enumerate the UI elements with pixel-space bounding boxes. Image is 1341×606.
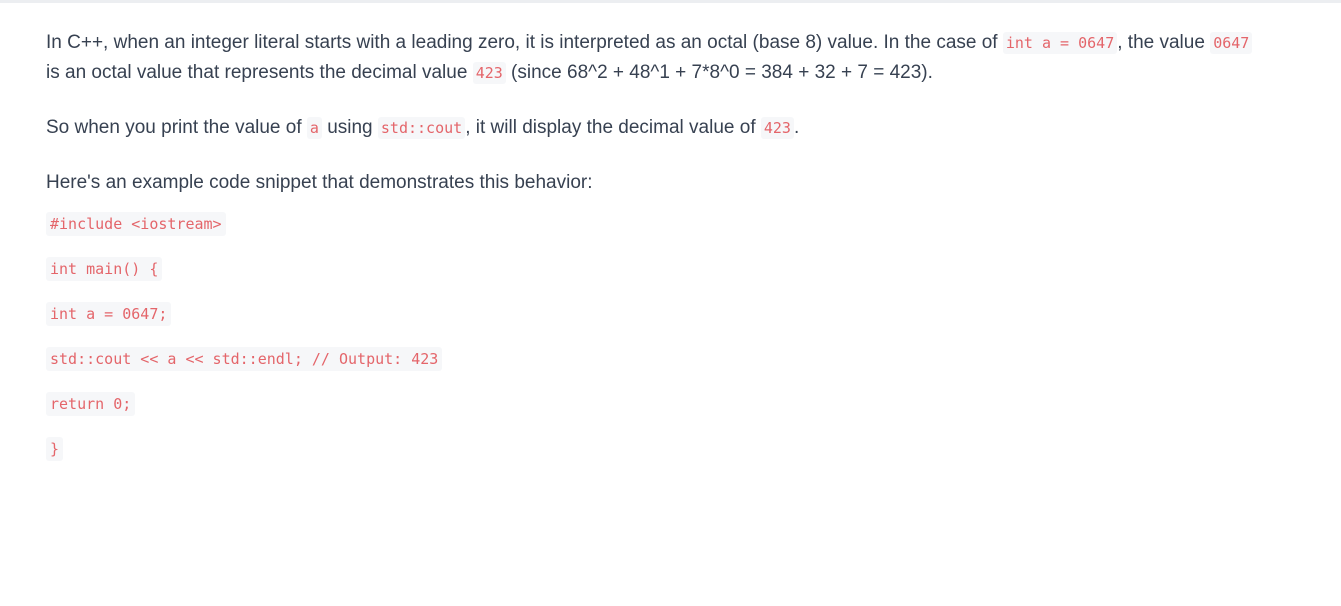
text: So when you print the value of xyxy=(46,117,307,138)
code-snippet: #include <iostream> int main() { int a =… xyxy=(46,212,1326,484)
message-content: In C++, when an integer literal starts w… xyxy=(46,28,1326,484)
code-text: std::cout << a << std::endl; // Output: … xyxy=(46,347,443,371)
inline-code: 423 xyxy=(472,62,506,84)
text: . xyxy=(793,117,800,138)
octal-explanation-paragraph: In C++, when an integer literal starts w… xyxy=(46,28,1326,88)
text: using xyxy=(321,117,378,138)
code-text: } xyxy=(46,437,64,461)
text: , the value xyxy=(1117,32,1211,53)
code-text: return 0; xyxy=(46,392,136,416)
code-text: int a = 0647; xyxy=(46,302,172,326)
top-divider xyxy=(0,0,1341,3)
code-line: } xyxy=(46,437,1326,484)
text: (since 68^2 + 48^1 + 7*8^0 = 384 + 32 + … xyxy=(505,62,933,83)
inline-code: 0647 xyxy=(1210,32,1253,54)
code-line: int a = 0647; xyxy=(46,302,1326,349)
inline-code: a xyxy=(306,117,322,139)
text: , it will display the decimal value of xyxy=(465,117,761,138)
code-text: int main() { xyxy=(46,257,163,281)
inline-code: std::cout xyxy=(377,117,466,139)
text: is an octal value that represents the de… xyxy=(46,62,473,83)
inline-code: int a = 0647 xyxy=(1002,32,1118,54)
code-line: #include <iostream> xyxy=(46,212,1326,259)
example-intro-paragraph: Here's an example code snippet that demo… xyxy=(46,172,593,193)
code-line: return 0; xyxy=(46,392,1326,439)
code-line: int main() { xyxy=(46,257,1326,304)
print-explanation-paragraph: So when you print the value of a using s… xyxy=(46,113,1326,143)
text: In C++, when an integer literal starts w… xyxy=(46,32,1003,53)
code-text: #include <iostream> xyxy=(46,212,226,236)
code-line: std::cout << a << std::endl; // Output: … xyxy=(46,347,1326,394)
inline-code: 423 xyxy=(760,117,794,139)
